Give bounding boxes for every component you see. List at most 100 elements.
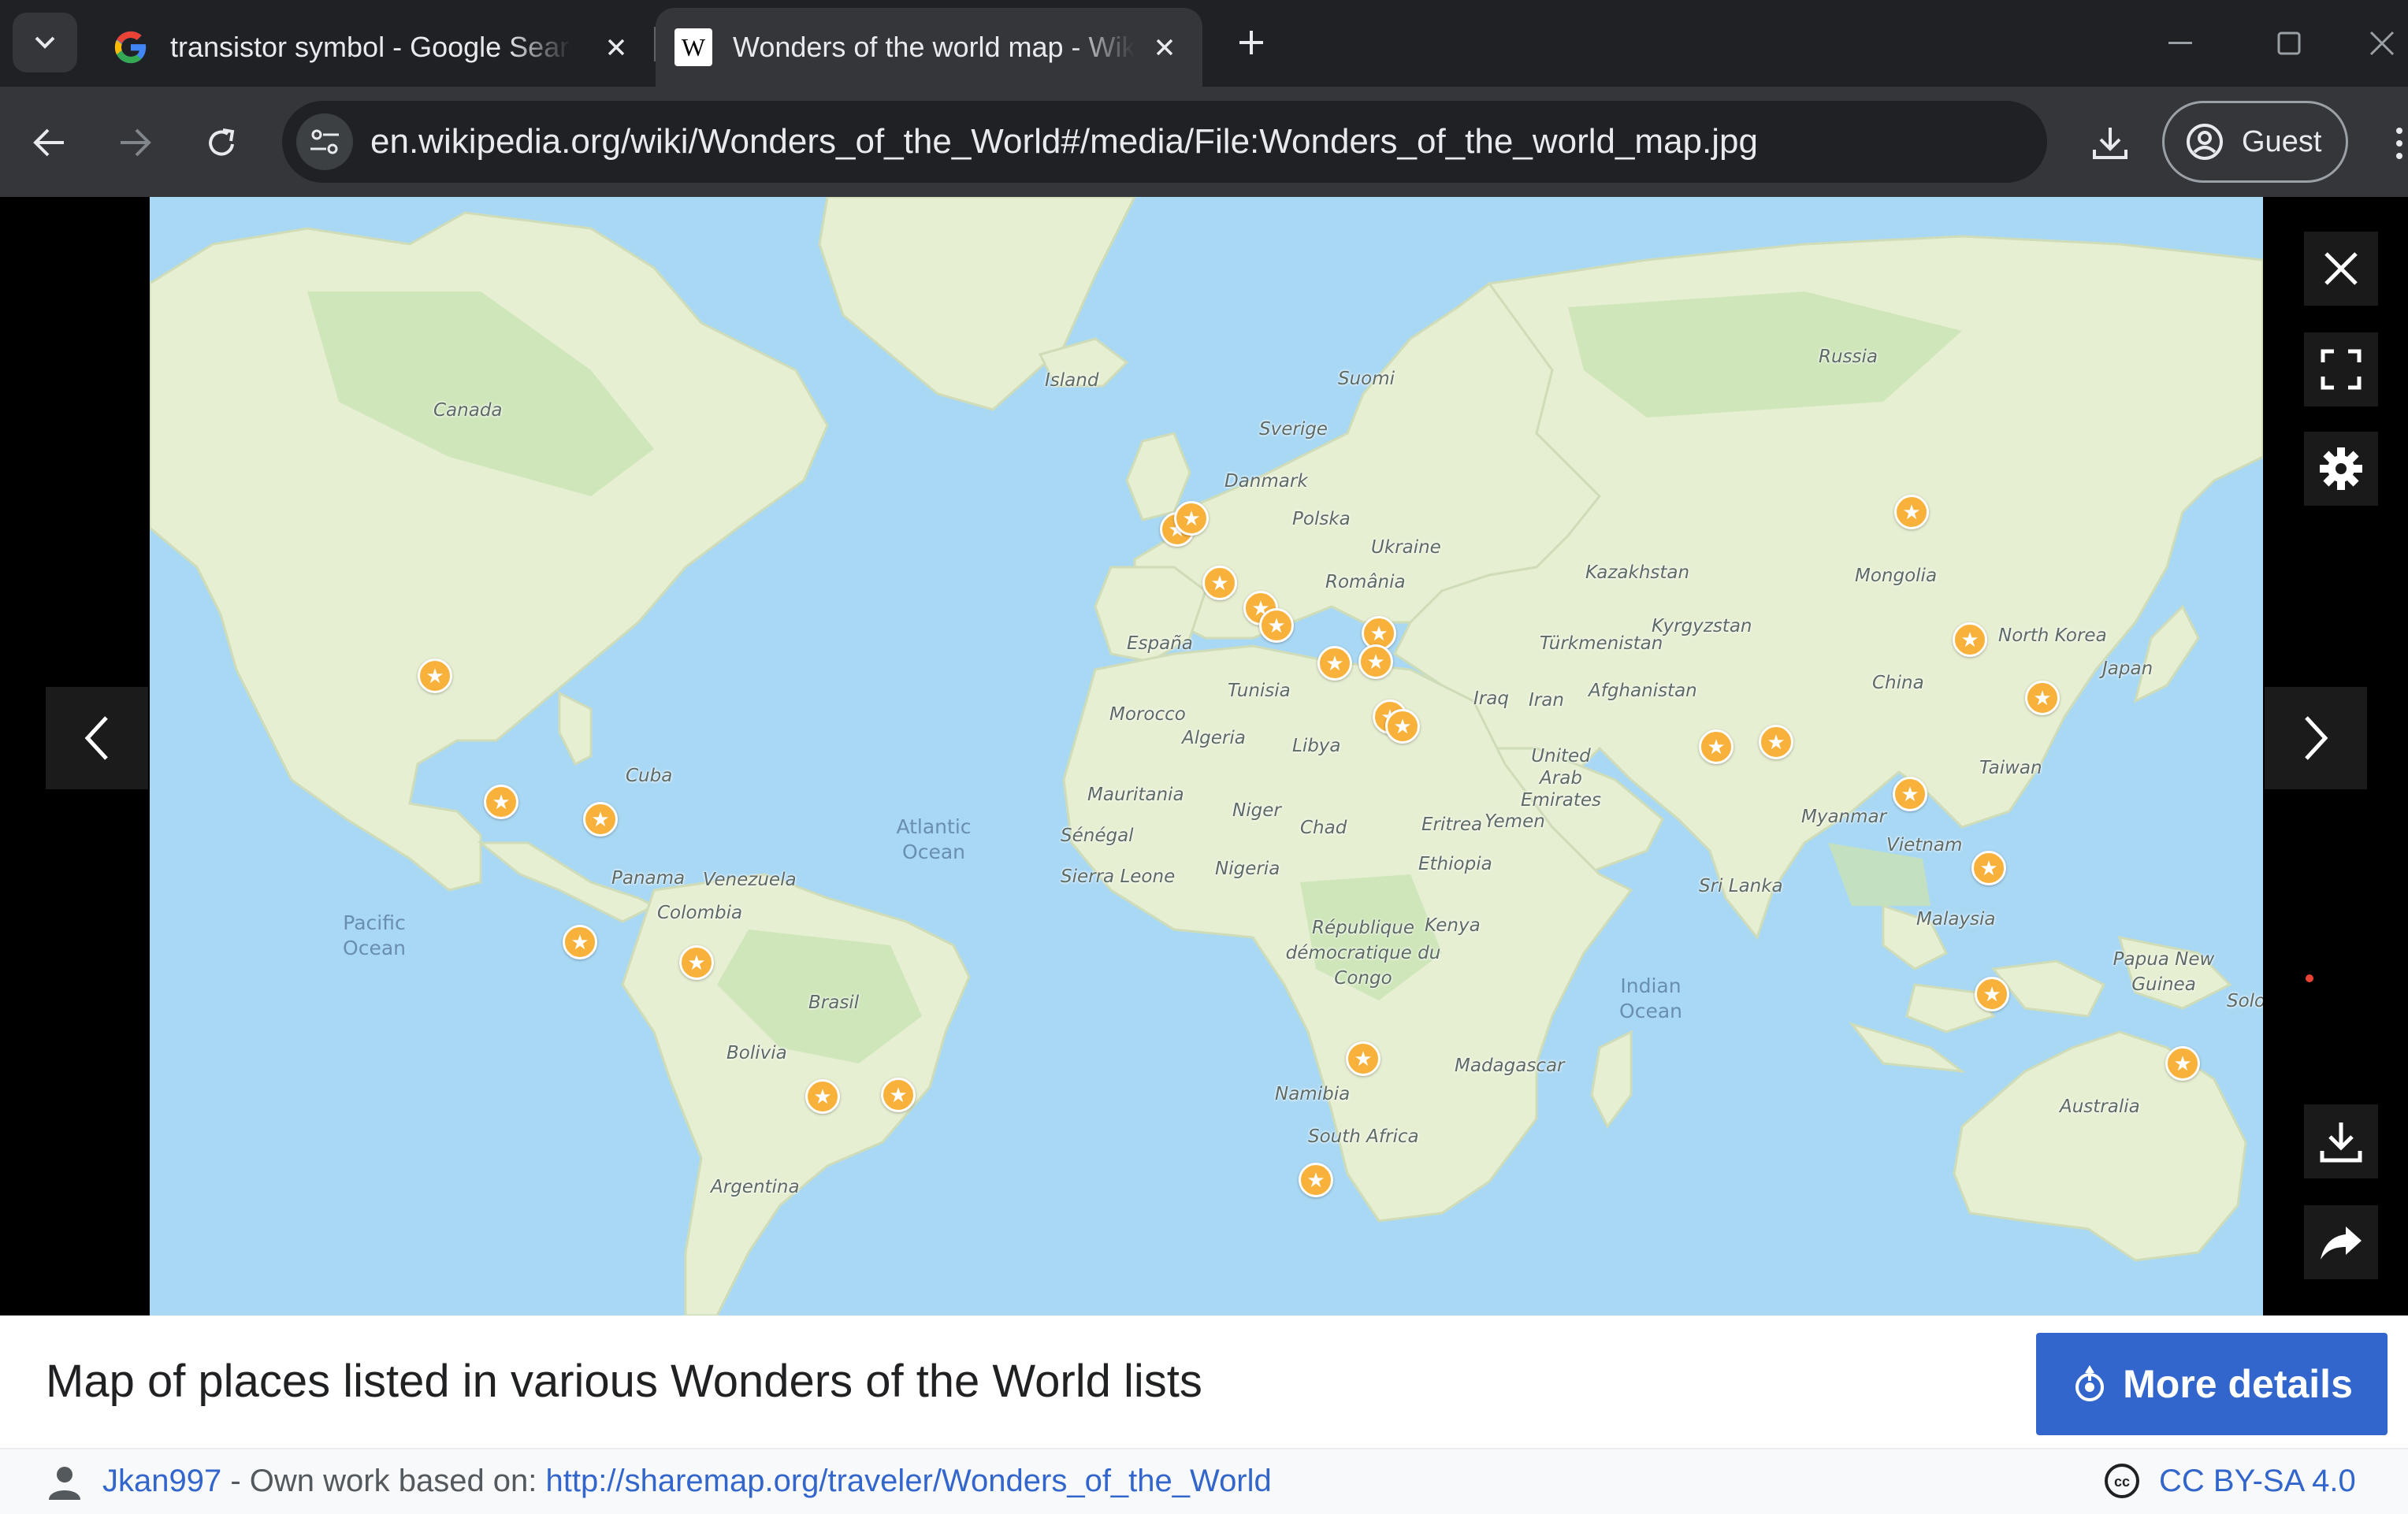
world-map-image: Canada Island Suomi Sverige Russia Danma…: [150, 197, 2263, 1315]
next-image-button[interactable]: [2265, 687, 2367, 789]
wonder-star-marker[interactable]: ★: [1259, 608, 1294, 643]
wonder-star-marker[interactable]: ★: [1699, 729, 1734, 764]
settings-button[interactable]: [2304, 432, 2378, 506]
wonder-star-marker[interactable]: ★: [1893, 777, 1927, 811]
map-label: North Korea: [1998, 625, 2107, 646]
wonder-star-marker[interactable]: ★: [1299, 1163, 1333, 1197]
chevron-right-icon: [2305, 716, 2328, 760]
indicator-dot: [2306, 974, 2313, 982]
site-info-button[interactable]: [296, 113, 353, 170]
wonder-star-marker[interactable]: ★: [2025, 681, 2060, 715]
tab-close-button[interactable]: [600, 32, 632, 63]
wonder-star-marker[interactable]: ★: [1975, 977, 2009, 1011]
minimize-button[interactable]: [2153, 16, 2208, 71]
map-label: Brasil: [808, 993, 860, 1013]
google-icon: [112, 28, 150, 66]
maximize-button[interactable]: [2261, 16, 2317, 71]
chevron-left-icon: [84, 716, 108, 760]
map-label: Venezuela: [703, 870, 797, 890]
download-image-button[interactable]: [2304, 1104, 2378, 1178]
plus-icon: [1239, 31, 1263, 54]
account-circle-icon: [2187, 124, 2223, 160]
wonder-star-marker[interactable]: ★: [1358, 644, 1393, 679]
image-caption-bar: Map of places listed in various Wonders …: [0, 1315, 2408, 1448]
map-label: Danmark: [1224, 471, 1308, 492]
wonder-star-marker[interactable]: ★: [418, 659, 452, 693]
tab-title: Wonders of the world map - Wikipedia: [733, 31, 1135, 63]
wonder-star-marker[interactable]: ★: [1759, 725, 1793, 759]
wonder-star-marker[interactable]: ★: [881, 1078, 916, 1112]
map-label: Yemen: [1485, 811, 1545, 832]
wonder-star-marker[interactable]: ★: [1953, 622, 1987, 657]
map-label: Sénégal: [1061, 826, 1134, 846]
wonder-star-marker[interactable]: ★: [1317, 646, 1352, 681]
image-caption-title: Map of places listed in various Wonders …: [46, 1356, 1202, 1407]
map-label: România: [1325, 572, 1406, 592]
wonder-star-marker[interactable]: ★: [1174, 501, 1209, 536]
reload-button[interactable]: [194, 115, 249, 170]
forward-button[interactable]: [107, 115, 162, 170]
map-label: Sierra Leone: [1061, 866, 1176, 887]
wonder-star-marker[interactable]: ★: [1346, 1041, 1381, 1076]
license-link[interactable]: cc CC BY-SA 4.0: [2104, 1449, 2356, 1512]
profile-button[interactable]: Guest: [2162, 101, 2348, 183]
creative-commons-icon: cc: [2105, 1464, 2139, 1498]
wonder-star-marker[interactable]: ★: [1894, 495, 1929, 529]
tab-google-search[interactable]: transistor symbol - Google Search: [93, 8, 654, 87]
map-label: Namibia: [1275, 1084, 1351, 1104]
downloads-button[interactable]: [2080, 113, 2140, 173]
map-label: Colombia: [657, 903, 743, 923]
more-details-button[interactable]: More details: [2036, 1333, 2388, 1435]
share-button[interactable]: [2304, 1205, 2378, 1279]
browser-toolbar: en.wikipedia.org/wiki/Wonders_of_the_Wor…: [0, 87, 2408, 197]
map-label: Niger: [1232, 800, 1281, 821]
wonder-star-marker[interactable]: ★: [484, 785, 518, 819]
close-viewer-button[interactable]: [2304, 232, 2378, 306]
map-label: South Africa: [1308, 1126, 1419, 1147]
map-label: Afghanistan: [1589, 681, 1697, 701]
arrow-right-icon: [121, 128, 151, 157]
new-tab-button[interactable]: [1226, 17, 1276, 68]
license-label: CC BY-SA 4.0: [2159, 1464, 2356, 1498]
tab-wikipedia[interactable]: W Wonders of the world map - Wikipedia: [656, 8, 1202, 87]
wonder-star-marker[interactable]: ★: [805, 1079, 840, 1114]
wonder-star-marker[interactable]: ★: [563, 925, 597, 959]
wonder-star-marker[interactable]: ★: [583, 802, 618, 837]
browser-menu-button[interactable]: [2388, 113, 2408, 173]
arrow-left-icon: [33, 128, 64, 157]
map-label: Suomi: [1338, 369, 1395, 389]
map-label: Kenya: [1425, 915, 1481, 936]
map-label: Panama: [611, 868, 686, 889]
wonder-star-marker[interactable]: ★: [679, 945, 714, 980]
svg-text:W: W: [682, 35, 706, 59]
map-label: Kyrgyzstan: [1652, 616, 1752, 636]
fullscreen-button[interactable]: [2304, 332, 2378, 406]
previous-image-button[interactable]: [46, 687, 148, 789]
address-bar[interactable]: en.wikipedia.org/wiki/Wonders_of_the_Wor…: [282, 101, 2047, 183]
map-label: Polska: [1292, 509, 1351, 529]
map-label: Japan: [2102, 659, 2153, 679]
wonder-star-marker[interactable]: ★: [2165, 1046, 2200, 1081]
wonder-star-marker[interactable]: ★: [1971, 851, 2006, 885]
ocean-label: Pacific Ocean: [343, 911, 406, 959]
attribution-text: Jkan997 - Own work based on: http://shar…: [102, 1449, 1272, 1512]
map-label: Iraq: [1473, 688, 1509, 709]
wonder-star-marker[interactable]: ★: [1385, 709, 1420, 744]
gear-icon: [2320, 447, 2362, 490]
tab-search-button[interactable]: [13, 13, 77, 72]
tab-close-button[interactable]: [1149, 32, 1180, 63]
more-details-label: More details: [2123, 1362, 2353, 1406]
close-window-button[interactable]: [2356, 16, 2408, 71]
source-link[interactable]: http://sharemap.org/traveler/Wonders_of_…: [546, 1464, 1272, 1498]
author-link[interactable]: Jkan997: [102, 1464, 221, 1498]
wonder-star-marker[interactable]: ★: [1202, 566, 1237, 600]
tab-strip: transistor symbol - Google Search W Wond…: [0, 0, 2408, 87]
download-icon: [2093, 128, 2127, 159]
map-label: Myanmar: [1801, 807, 1887, 827]
map-label: Sri Lanka: [1699, 876, 1783, 896]
back-button[interactable]: [22, 115, 77, 170]
map-label: Ethiopia: [1418, 854, 1492, 874]
fullscreen-icon: [2321, 349, 2362, 390]
map-label: Papua New Guinea: [2113, 949, 2215, 995]
map-label: Island: [1045, 370, 1099, 391]
